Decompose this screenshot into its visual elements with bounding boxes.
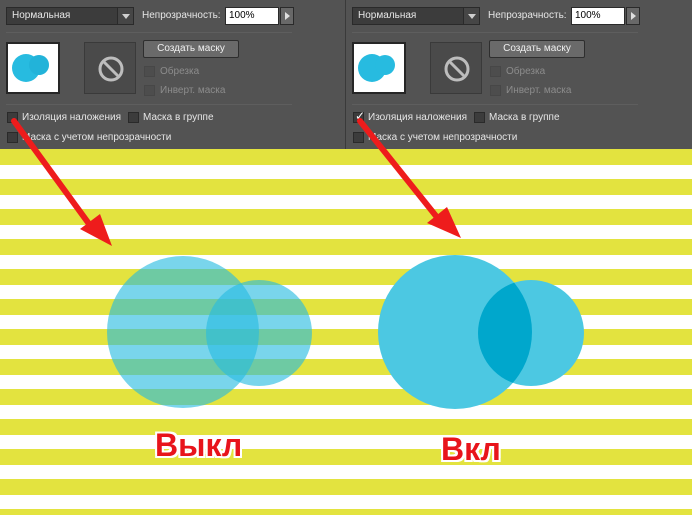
opacity-label: Непрозрачность: [488,10,567,21]
blend-mode-value: Нормальная [12,10,71,21]
group-mask-checkbox[interactable] [128,112,139,123]
blend-mode-select[interactable]: Нормальная [352,7,480,25]
mask-thumbnail[interactable] [430,42,482,94]
opacity-mask-checkbox[interactable] [353,132,364,143]
label-off: Выкл [155,427,243,463]
knockout-group-label: Изоляция наложения [22,112,122,123]
divider [352,104,638,105]
chevron-down-icon[interactable] [463,8,479,24]
invert-mask-checkbox[interactable] [490,85,501,96]
knockout-group-label: Изоляция наложения [368,112,468,123]
clip-checkbox[interactable] [144,66,155,77]
opacity-slider-button[interactable] [280,7,294,25]
no-mask-icon [444,56,470,82]
divider [352,32,638,33]
knockout-group-checkbox[interactable] [7,112,18,123]
group-mask-checkbox[interactable] [474,112,485,123]
artwork-thumbnail[interactable] [6,42,60,94]
divider [6,32,292,33]
divider [6,104,292,105]
thumbnail-circles-icon [358,54,395,82]
create-mask-button[interactable]: Создать маску [489,40,585,58]
group-mask-label: Маска в группе [143,112,214,123]
opacity-mask-checkbox[interactable] [7,132,18,143]
chevron-down-icon[interactable] [117,8,133,24]
transparency-panel-off: Нормальная Непрозрачность: 100% Создать … [0,0,346,149]
clip-label: Обрезка [506,66,546,77]
small-circle-off [206,280,312,386]
invert-mask-label: Инверт. маска [506,85,572,96]
opacity-input[interactable]: 100% [571,7,625,25]
opacity-mask-label: Маска с учетом непрозрачности [368,132,518,143]
circles-illustration [107,255,584,409]
clip-label: Обрезка [160,66,200,77]
create-mask-button[interactable]: Создать маску [143,40,239,58]
transparency-panel-on: Нормальная Непрозрачность: 100% Создать … [346,0,692,149]
no-mask-icon [98,56,124,82]
mask-thumbnail[interactable] [84,42,136,94]
clip-checkbox[interactable] [490,66,501,77]
artboard-striped-background [0,149,692,515]
blend-mode-select[interactable]: Нормальная [6,7,134,25]
knockout-off-circles [107,256,312,408]
opacity-slider-button[interactable] [626,7,640,25]
blend-mode-value: Нормальная [358,10,417,21]
knockout-group-checkbox[interactable]: ✓ [353,109,366,123]
opacity-input[interactable]: 100% [225,7,279,25]
group-mask-label: Маска в группе [489,112,560,123]
thumbnail-circles-icon [12,54,49,82]
opacity-label: Непрозрачность: [142,10,221,21]
label-on: Вкл [441,431,501,467]
checkmark-icon: ✓ [355,109,366,123]
opacity-mask-label: Маска с учетом непрозрачности [22,132,172,143]
knockout-on-circles [378,255,584,409]
invert-mask-checkbox[interactable] [144,85,155,96]
invert-mask-label: Инверт. маска [160,85,226,96]
artwork-thumbnail[interactable] [352,42,406,94]
